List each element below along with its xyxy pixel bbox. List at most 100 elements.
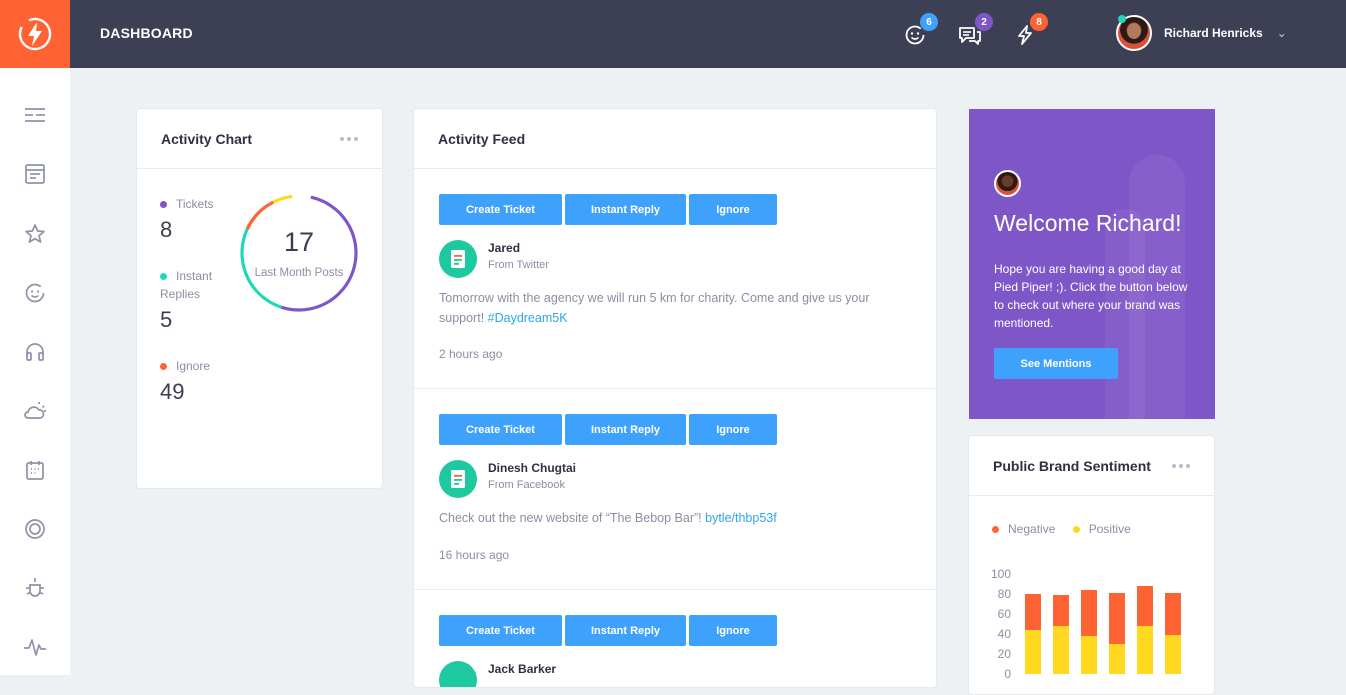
- bug-icon: [26, 578, 44, 597]
- sidebar-item-activity[interactable]: [22, 634, 48, 660]
- y-tick-label: 40: [998, 627, 1012, 641]
- stat-instant-replies: Instant Replies 5: [160, 267, 230, 333]
- document-icon: [439, 240, 477, 278]
- positive-bar: [1109, 644, 1125, 674]
- ignore-button[interactable]: Ignore: [689, 414, 777, 445]
- negative-bar: [1025, 594, 1041, 630]
- chart-legend: Negative Positive: [992, 522, 1131, 536]
- feed-text: Tomorrow with the agency we will run 5 k…: [439, 289, 909, 328]
- sidebar-item-bugs[interactable]: [22, 575, 48, 601]
- feed-author: Jared: [488, 241, 521, 255]
- feed-author: Jack Barker: [488, 662, 557, 676]
- feed-source: From Facebook: [488, 479, 566, 491]
- sidebar-item-goals[interactable]: [22, 516, 48, 542]
- sidebar-item-sentiment[interactable]: [22, 280, 48, 306]
- negative-bar: [1109, 593, 1125, 644]
- app-logo[interactable]: [0, 0, 70, 68]
- page-title: DASHBOARD: [100, 25, 193, 41]
- chevron-down-icon: ⌄: [1276, 26, 1287, 40]
- card-header: Activity Chart: [137, 109, 382, 169]
- positive-bar: [1053, 626, 1069, 674]
- more-options-icon[interactable]: [1172, 463, 1190, 468]
- user-name: Richard Henricks: [1164, 26, 1263, 40]
- negative-bar: [1081, 590, 1097, 636]
- create-ticket-button[interactable]: Create Ticket: [439, 615, 562, 646]
- more-options-icon[interactable]: [340, 136, 358, 141]
- legend-dot: [160, 363, 167, 371]
- negative-bar: [1053, 595, 1069, 626]
- create-ticket-button[interactable]: Create Ticket: [439, 414, 562, 445]
- pulse-icon: [24, 639, 46, 656]
- stat-value: 8: [160, 217, 173, 242]
- welcome-text: Hope you are having a good day at Pied P…: [994, 262, 1188, 330]
- notification-badge: 2: [975, 13, 993, 31]
- feed-source: From Twitter: [488, 259, 549, 271]
- positive-bar: [1081, 636, 1097, 674]
- sidebar-item-support[interactable]: [22, 339, 48, 365]
- sentiment-bar-chart: 100 80 60 40 20 0: [991, 567, 1181, 681]
- top-bar: DASHBOARD 6 2 8 Richard Henricks ⌄: [0, 0, 1346, 68]
- feed-time: 16 hours ago: [439, 548, 510, 562]
- create-ticket-button[interactable]: Create Ticket: [439, 194, 562, 225]
- stat-tickets: Tickets 8: [160, 195, 230, 243]
- card-title: Activity Chart: [161, 130, 253, 147]
- welcome-card: Welcome Richard! Hope you are having a g…: [969, 109, 1215, 419]
- short-link[interactable]: bytle/thbp53f: [705, 511, 777, 525]
- negative-bar: [1137, 586, 1153, 626]
- y-tick-label: 60: [998, 607, 1012, 621]
- y-tick-label: 20: [998, 647, 1012, 661]
- positive-bar: [1137, 626, 1153, 674]
- stat-value: 5: [160, 307, 173, 332]
- ignore-button[interactable]: Ignore: [689, 615, 777, 646]
- stat-label: Tickets: [176, 197, 214, 211]
- online-status-dot: [1118, 15, 1126, 23]
- avatar: [994, 170, 1021, 197]
- target-icon: [25, 519, 45, 539]
- welcome-title: Welcome Richard!: [994, 210, 1182, 236]
- star-icon: [25, 224, 45, 243]
- weather-icon: [24, 402, 46, 419]
- notification-bolt-button[interactable]: 8: [1012, 13, 1048, 48]
- card-header: Public Brand Sentiment: [969, 436, 1214, 496]
- stat-label: Instant Replies: [160, 269, 213, 301]
- hashtag-link[interactable]: #Daydream5K: [488, 311, 568, 325]
- positive-bar: [1025, 630, 1041, 674]
- sidebar-item-favorites[interactable]: [22, 221, 48, 247]
- y-tick-label: 80: [998, 587, 1012, 601]
- feed-text: Check out the new website of “The Bebop …: [439, 509, 909, 529]
- feed-time: 2 hours ago: [439, 347, 503, 361]
- menu-icon: [25, 108, 45, 122]
- legend-dot: [160, 201, 167, 209]
- instant-reply-button[interactable]: Instant Reply: [565, 194, 686, 225]
- see-mentions-button[interactable]: See Mentions: [994, 348, 1118, 379]
- ring-value: 17: [283, 227, 315, 257]
- notification-smiley-button[interactable]: 6: [902, 13, 938, 48]
- feed-author: Dinesh Chugtai: [488, 461, 577, 475]
- notification-chat-button[interactable]: 2: [957, 13, 993, 48]
- ring-label: Last Month Posts: [254, 267, 344, 279]
- smiley-icon: [25, 283, 45, 303]
- y-tick-label: 100: [991, 567, 1011, 581]
- legend-dot: [160, 273, 167, 281]
- sidebar-item-inbox[interactable]: [22, 161, 48, 187]
- instant-reply-button[interactable]: Instant Reply: [565, 615, 686, 646]
- feed-item: Create Ticket Instant Reply Ignore Dines…: [414, 389, 936, 590]
- legend-negative: Negative: [1008, 522, 1056, 536]
- headset-icon: [26, 343, 44, 361]
- feed-item: Create Ticket Instant Reply Ignore Jack …: [414, 590, 936, 687]
- positive-bar: [1165, 635, 1181, 674]
- user-menu[interactable]: Richard Henricks ⌄: [1116, 15, 1287, 51]
- instant-reply-button[interactable]: Instant Reply: [565, 414, 686, 445]
- y-tick-label: 0: [1004, 667, 1011, 681]
- legend-dot: [992, 526, 999, 534]
- sidebar-item-weather[interactable]: [22, 398, 48, 424]
- stat-ignore: Ignore 49: [160, 357, 230, 405]
- notification-badge: 8: [1030, 13, 1048, 31]
- stat-label: Ignore: [176, 359, 211, 373]
- feed-item: Create Ticket Instant Reply Ignore Jared…: [414, 169, 936, 389]
- ignore-button[interactable]: Ignore: [689, 194, 777, 225]
- activity-chart-card: Activity Chart Tickets 8 Instant Replies…: [136, 108, 383, 489]
- sidebar-item-calendar[interactable]: [22, 457, 48, 483]
- document-icon: [439, 460, 477, 498]
- sidebar-item-menu[interactable]: [22, 102, 48, 128]
